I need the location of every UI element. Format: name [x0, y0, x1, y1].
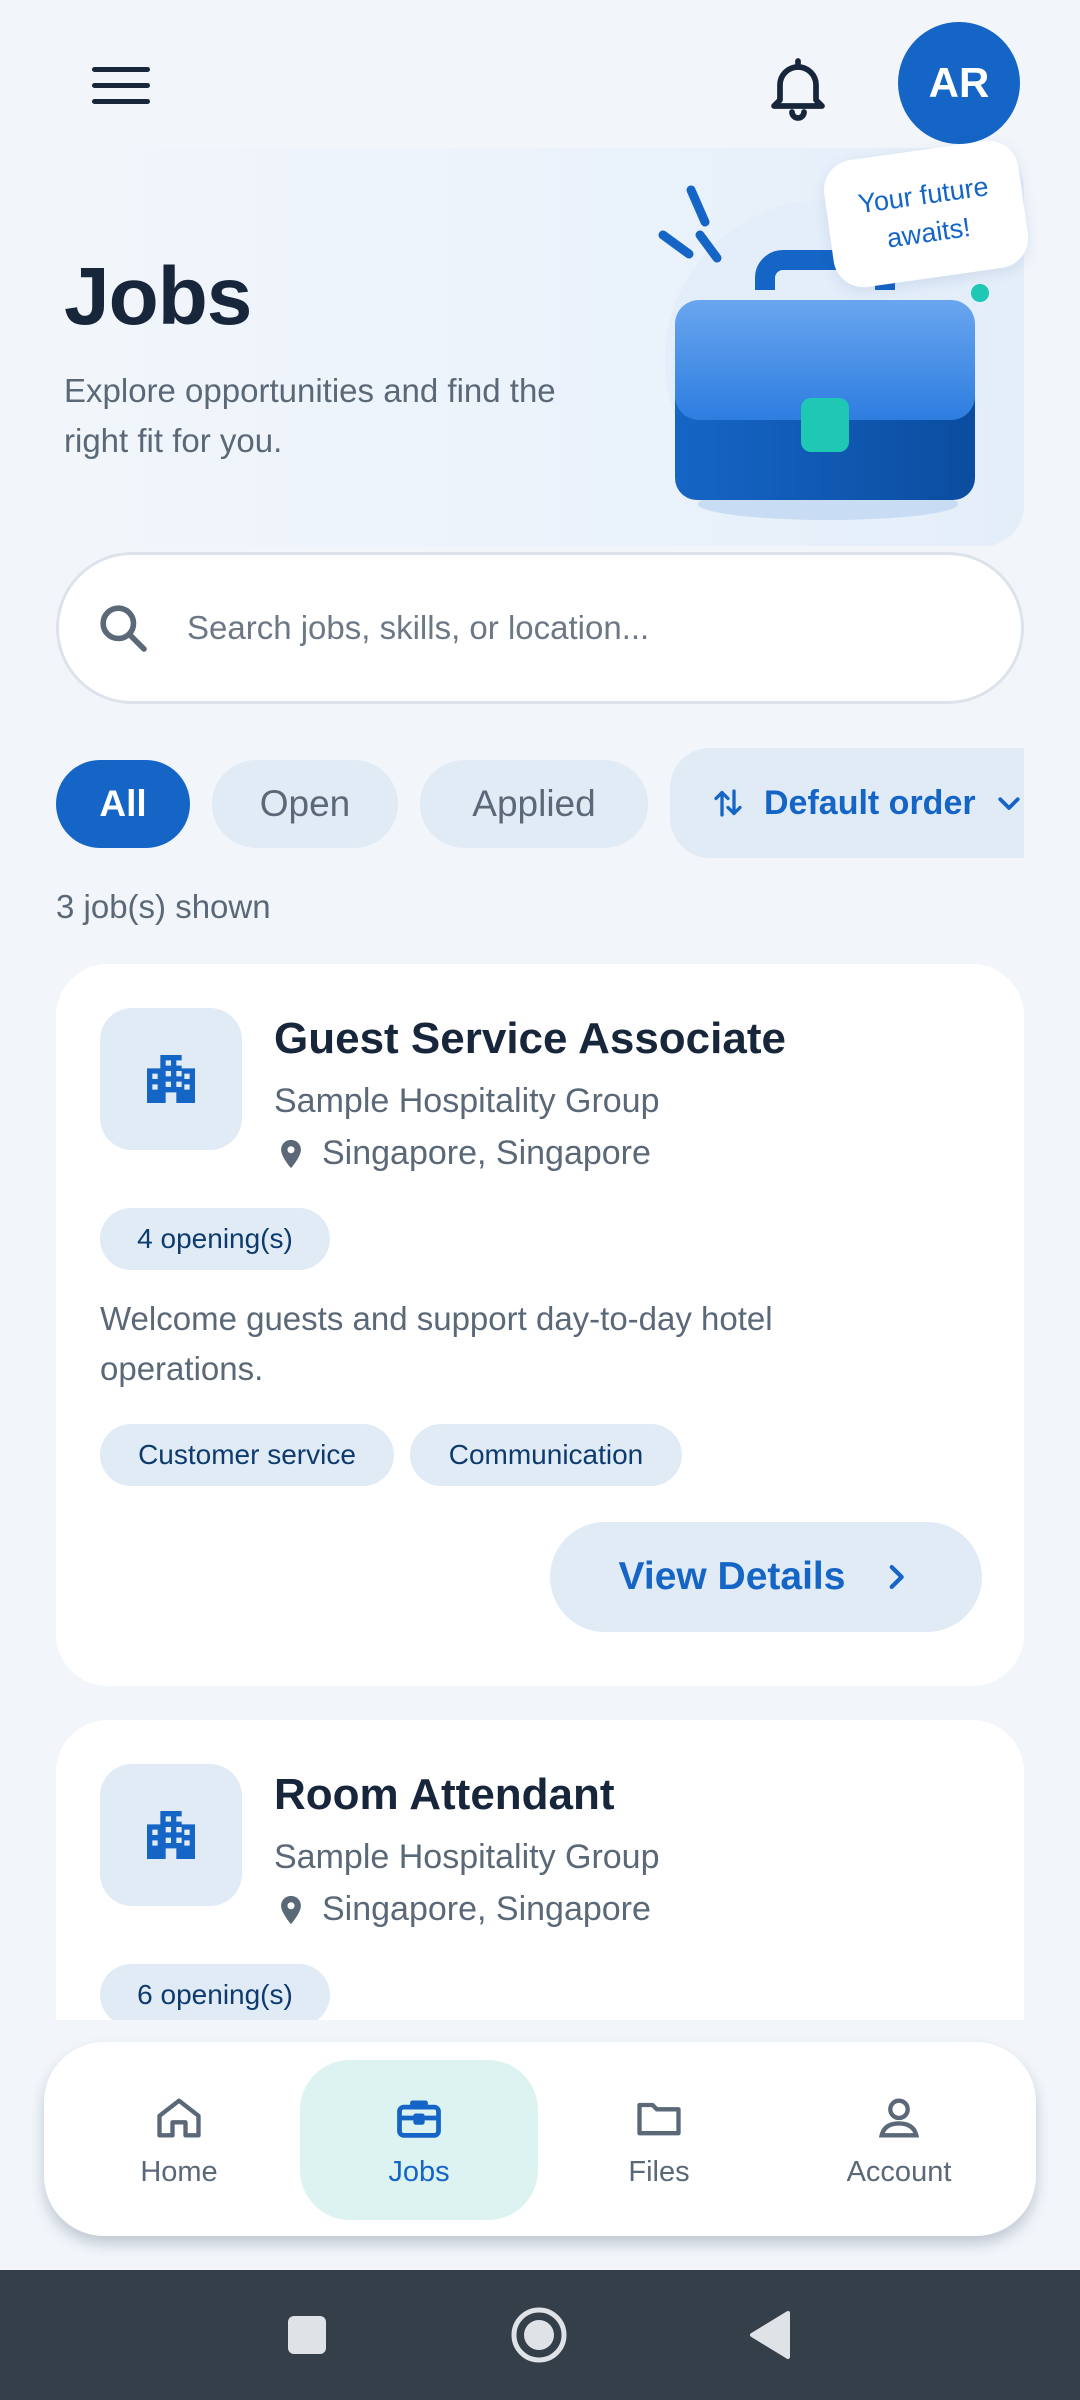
nav-item-account[interactable]: Account	[780, 2060, 1018, 2220]
filter-chip-open[interactable]: Open	[212, 760, 398, 848]
home-circle-icon[interactable]	[510, 2306, 568, 2364]
system-navigation-bar	[0, 2270, 1080, 2400]
briefcase-icon	[397, 2099, 441, 2138]
chevron-right-icon	[890, 1564, 905, 1590]
folder-icon	[637, 2102, 681, 2135]
search-bar[interactable]	[56, 552, 1024, 704]
nav-item-files[interactable]: Files	[540, 2060, 778, 2220]
bottom-navigation: Home Jobs Files Account	[44, 2042, 1036, 2236]
home-icon	[157, 2098, 201, 2137]
location-pin-icon	[281, 1895, 301, 1924]
skill-tag: Communication	[410, 1424, 682, 1486]
company-name: Sample Hospitality Group	[274, 1082, 660, 1120]
location-pin-icon	[281, 1139, 301, 1168]
openings-badge: 6 opening(s)	[100, 1964, 330, 2020]
search-input[interactable]	[187, 609, 967, 647]
avatar[interactable]: AR	[898, 22, 1020, 144]
filter-chip-applied[interactable]: Applied	[420, 760, 648, 848]
job-card[interactable]: Room Attendant Sample Hospitality Group …	[56, 1720, 1024, 2020]
job-title: Guest Service Associate	[274, 1014, 786, 1063]
sort-label: Default order	[764, 783, 976, 822]
job-location: Singapore, Singapore	[274, 1134, 651, 1173]
notifications-button[interactable]	[762, 52, 834, 124]
openings-badge: 4 opening(s)	[100, 1208, 330, 1270]
building-icon	[147, 1811, 195, 1859]
view-details-button[interactable]: View Details	[550, 1522, 982, 1632]
result-count: 3 job(s) shown	[56, 888, 271, 925]
page-subtitle: Explore opportunities and find the right…	[64, 372, 556, 459]
filter-chip-all[interactable]: All	[56, 760, 190, 848]
sort-icon	[714, 789, 742, 817]
motivation-bubble: Your future awaits!	[820, 136, 1032, 292]
menu-button[interactable]	[72, 50, 172, 120]
job-card[interactable]: Guest Service Associate Sample Hospitali…	[56, 964, 1024, 1686]
sort-dropdown[interactable]: Default order	[670, 748, 1024, 858]
back-triangle-icon[interactable]	[748, 2310, 792, 2360]
company-logo	[100, 1008, 242, 1150]
page-title: Jobs	[64, 251, 252, 342]
company-logo	[100, 1764, 242, 1906]
job-description: Welcome guests and support day-to-day ho…	[100, 1300, 773, 1387]
company-name: Sample Hospitality Group	[274, 1838, 660, 1876]
search-icon	[100, 605, 147, 652]
recent-apps-icon[interactable]	[286, 2314, 328, 2356]
nav-item-home[interactable]: Home	[60, 2060, 298, 2220]
bell-icon	[771, 58, 825, 121]
job-location: Singapore, Singapore	[274, 1890, 651, 1929]
chevron-down-icon	[997, 797, 1020, 810]
nav-item-jobs[interactable]: Jobs	[300, 2060, 538, 2220]
skill-tag: Customer service	[100, 1424, 394, 1486]
hamburger-menu-icon	[92, 66, 150, 72]
building-icon	[147, 1055, 195, 1103]
person-icon	[878, 2098, 920, 2137]
job-title: Room Attendant	[274, 1770, 615, 1819]
